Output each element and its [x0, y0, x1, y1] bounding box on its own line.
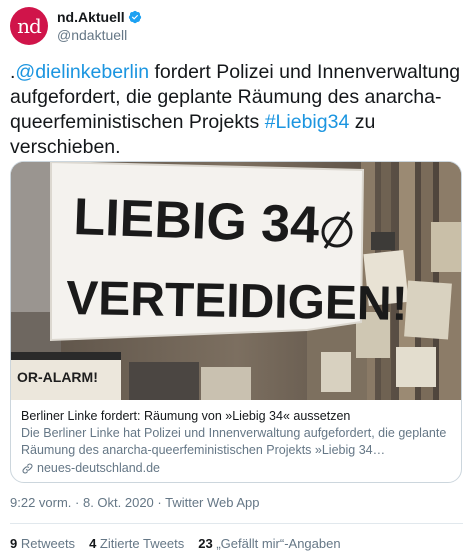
likes-stat[interactable]: 23 „Gefällt mir“-Angaben: [198, 536, 340, 551]
tweet-stats: 9 Retweets 4 Zitierte Tweets 23 „Gefällt…: [10, 536, 355, 551]
card-domain-row: neues-deutschland.de: [21, 460, 453, 477]
likes-label: „Gefällt mir“-Angaben: [216, 536, 341, 551]
retweets-count: 9: [10, 536, 18, 551]
mention-link[interactable]: @dielinkeberlin: [15, 61, 149, 83]
card-domain: neues-deutschland.de: [37, 461, 161, 475]
banner-line1: LIEBIG 34: [73, 188, 321, 255]
card-image[interactable]: OR-ALARM! LIEBIG 34 VERTEIDIGEN!: [11, 162, 461, 400]
quotes-count: 4: [89, 536, 97, 551]
divider: [10, 523, 463, 524]
card-body[interactable]: Berliner Linke fordert: Räumung von »Lie…: [11, 400, 461, 477]
author-names: nd.Aktuell @ndaktuell: [57, 8, 142, 44]
tweet-header: nd nd.Aktuell @ndaktuell: [10, 6, 142, 46]
retweets-label: Retweets: [20, 536, 76, 551]
display-name[interactable]: nd.Aktuell: [57, 8, 125, 26]
tweet-timestamp[interactable]: 9:22 vorm. · 8. Okt. 2020 · Twitter Web …: [10, 495, 260, 510]
banner-photo: OR-ALARM! LIEBIG 34 VERTEIDIGEN!: [11, 162, 461, 400]
banner-line2: VERTEIDIGEN!: [66, 272, 408, 331]
card-title: Berliner Linke fordert: Räumung von »Lie…: [21, 409, 351, 423]
avatar-text: nd: [17, 14, 42, 38]
display-name-row: nd.Aktuell: [57, 8, 142, 26]
verified-badge-icon: [128, 10, 141, 24]
link-card[interactable]: OR-ALARM! LIEBIG 34 VERTEIDIGEN! Berline…: [10, 161, 462, 483]
handle[interactable]: @ndaktuell: [57, 26, 142, 44]
card-description: Die Berliner Linke hat Polizei und Innen…: [21, 426, 447, 457]
poster-text: OR-ALARM!: [17, 369, 98, 385]
link-icon: [22, 463, 33, 474]
likes-count: 23: [198, 536, 213, 551]
avatar[interactable]: nd: [10, 7, 48, 45]
tweet-text: .@dielinkeberlin fordert Polizei und Inn…: [10, 60, 465, 160]
hashtag-link[interactable]: #Liebig34: [265, 111, 350, 133]
retweets-stat[interactable]: 9 Retweets: [10, 536, 75, 551]
quotes-label: Zitierte Tweets: [99, 536, 185, 551]
quotes-stat[interactable]: 4 Zitierte Tweets: [89, 536, 184, 551]
